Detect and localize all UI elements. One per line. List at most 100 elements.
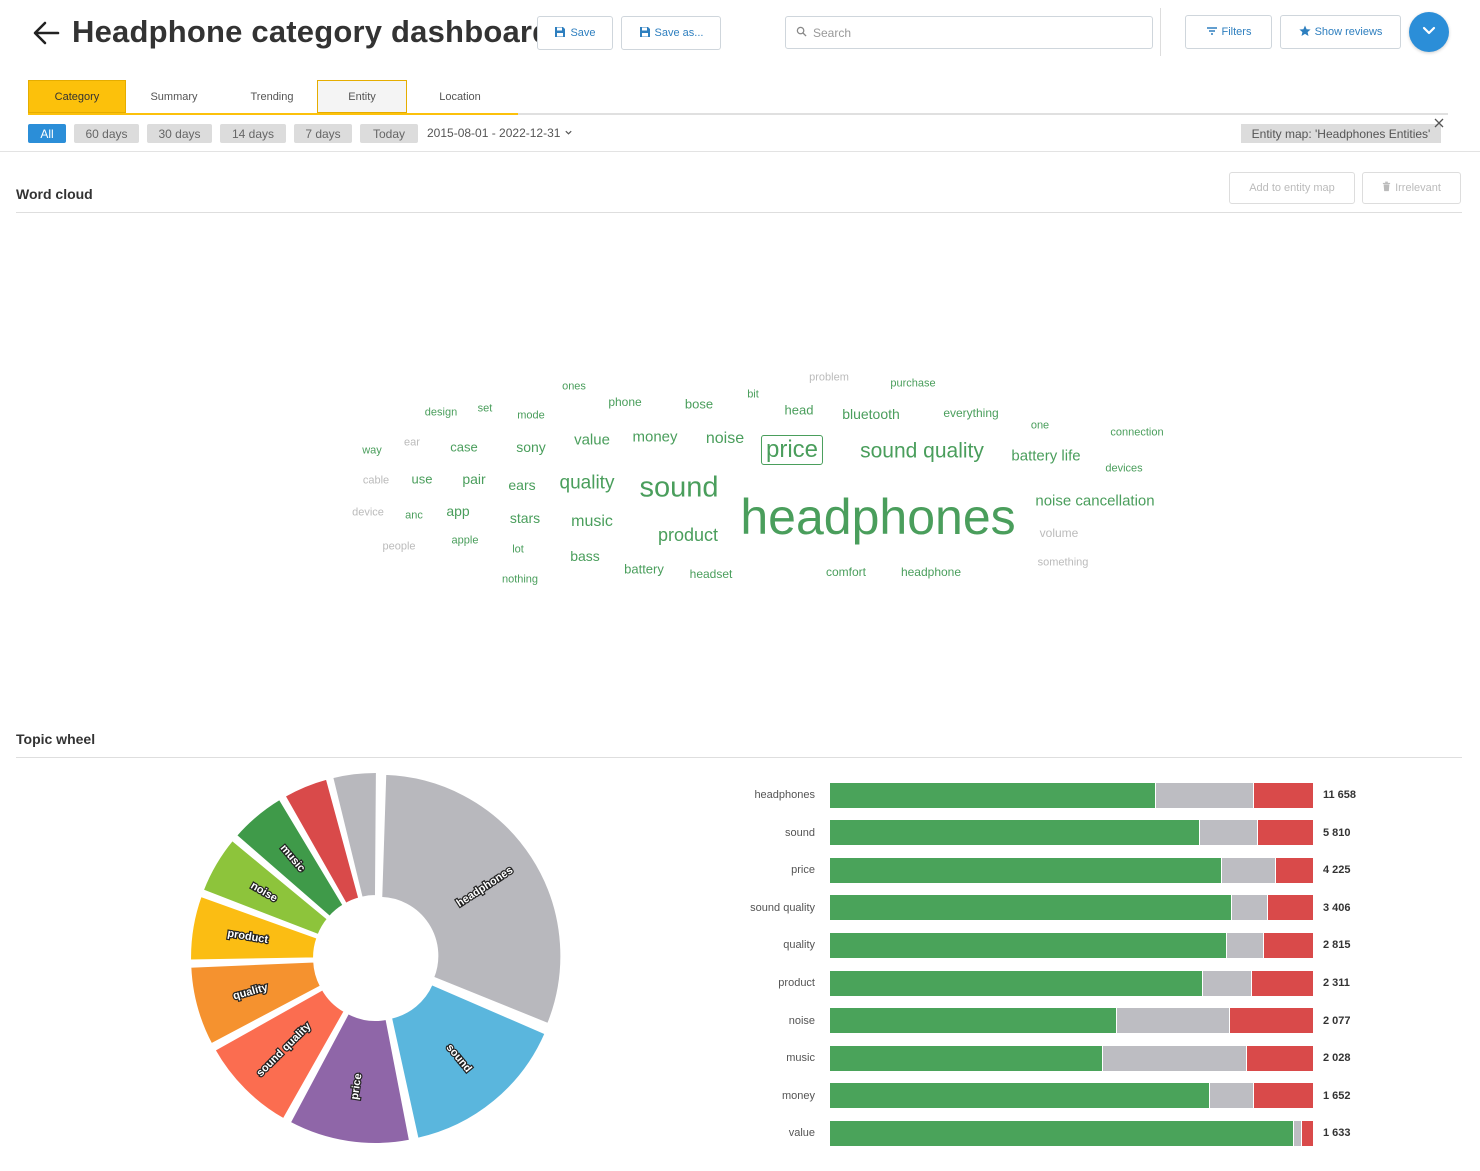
tab-summary[interactable]: Summary — [125, 80, 223, 113]
word-cloud-word[interactable]: lot — [512, 544, 524, 556]
bar-segment-positive[interactable] — [830, 782, 1156, 808]
tab-location[interactable]: Location — [407, 80, 513, 113]
date-filter-30-days[interactable]: 30 days — [147, 124, 212, 143]
bar-segment-positive[interactable] — [830, 970, 1203, 996]
tab-trending[interactable]: Trending — [223, 80, 321, 113]
bar-segment-neutral[interactable] — [1221, 857, 1276, 883]
word-cloud-word[interactable]: everything — [943, 407, 998, 419]
bar-segment-negative[interactable] — [1230, 1008, 1313, 1034]
word-cloud-word[interactable]: people — [382, 541, 415, 553]
word-cloud-word[interactable]: connection — [1110, 427, 1163, 439]
word-cloud-word[interactable]: nothing — [502, 574, 538, 586]
date-range-picker[interactable]: 2015-08-01 - 2022-12-31 — [427, 126, 573, 140]
add-to-entity-map-button[interactable]: Add to entity map — [1229, 172, 1355, 204]
bar-segment-negative[interactable] — [1276, 857, 1313, 883]
filters-button[interactable]: Filters — [1185, 15, 1272, 49]
bar-segment-neutral[interactable] — [1203, 970, 1252, 996]
date-filter-today[interactable]: Today — [360, 124, 418, 143]
word-cloud-word[interactable]: ones — [562, 381, 586, 393]
word-cloud-word[interactable]: bass — [570, 549, 600, 563]
word-cloud-word[interactable]: case — [450, 441, 477, 454]
bar-segment-positive[interactable] — [830, 1008, 1116, 1034]
date-filter-60-days[interactable]: 60 days — [74, 124, 139, 143]
word-cloud-word[interactable]: something — [1038, 557, 1089, 569]
tab-category[interactable]: Category — [28, 80, 126, 113]
search-input[interactable] — [813, 25, 1133, 40]
word-cloud-word[interactable]: apple — [452, 535, 479, 547]
word-cloud-word[interactable]: sony — [516, 440, 546, 454]
word-cloud-word[interactable]: battery life — [1011, 449, 1080, 464]
bar-segment-neutral[interactable] — [1116, 1008, 1230, 1034]
date-filter-14-days[interactable]: 14 days — [220, 124, 286, 143]
bar-segment-positive[interactable] — [830, 1045, 1103, 1071]
entity-map-chip[interactable]: Entity map: 'Headphones Entities' — [1241, 124, 1441, 143]
word-cloud-word[interactable]: app — [446, 504, 469, 518]
word-cloud-word[interactable]: mode — [517, 410, 545, 422]
bar-segment-negative[interactable] — [1246, 1045, 1313, 1071]
bar-segment-positive[interactable] — [830, 932, 1226, 958]
word-cloud-word[interactable]: device — [352, 507, 384, 519]
show-reviews-button[interactable]: Show reviews — [1280, 15, 1401, 49]
bar-segment-negative[interactable] — [1301, 1120, 1313, 1146]
word-cloud-word[interactable]: noise — [706, 431, 744, 447]
word-cloud-word[interactable]: cable — [363, 475, 389, 487]
bar-segment-negative[interactable] — [1253, 1083, 1313, 1109]
bar-segment-positive[interactable] — [830, 820, 1199, 846]
word-cloud-word[interactable]: one — [1031, 420, 1049, 432]
bar-segment-positive[interactable] — [830, 895, 1232, 921]
word-cloud-word[interactable]: pair — [462, 472, 485, 486]
irrelevant-button[interactable]: Irrelevant — [1362, 172, 1461, 204]
bar-segment-negative[interactable] — [1263, 932, 1313, 958]
word-cloud-word[interactable]: set — [478, 403, 493, 415]
word-cloud-word[interactable]: product — [658, 526, 718, 544]
word-cloud-word[interactable]: sound quality — [860, 441, 984, 462]
word-cloud-word[interactable]: bluetooth — [842, 407, 900, 421]
bar-segment-positive[interactable] — [830, 1120, 1293, 1146]
bar-segment-neutral[interactable] — [1156, 782, 1254, 808]
word-cloud-word[interactable]: music — [571, 514, 613, 530]
bar-segment-negative[interactable] — [1252, 970, 1313, 996]
word-cloud-word[interactable]: devices — [1105, 463, 1142, 475]
close-icon[interactable] — [1432, 116, 1446, 130]
word-cloud-word[interactable]: stars — [510, 511, 540, 525]
bar-segment-neutral[interactable] — [1232, 895, 1267, 921]
word-cloud-word[interactable]: battery — [624, 563, 664, 576]
word-cloud-word[interactable]: money — [632, 430, 677, 445]
tab-entity[interactable]: Entity — [317, 80, 407, 113]
word-cloud-word[interactable]: quality — [560, 474, 615, 493]
save-as-button[interactable]: Save as... — [621, 16, 721, 50]
word-cloud-word[interactable]: sound — [639, 473, 718, 503]
word-cloud-word[interactable]: value — [574, 433, 610, 448]
word-cloud-word[interactable]: headphones — [740, 492, 1015, 542]
date-filter-7-days[interactable]: 7 days — [294, 124, 352, 143]
word-cloud-word[interactable]: bit — [747, 389, 759, 401]
word-cloud-word[interactable]: head — [785, 404, 814, 417]
bar-segment-negative[interactable] — [1258, 820, 1313, 846]
bar-segment-neutral[interactable] — [1103, 1045, 1246, 1071]
word-cloud-word[interactable]: ears — [508, 478, 535, 492]
search-box[interactable] — [785, 16, 1153, 49]
bar-segment-negative[interactable] — [1267, 895, 1313, 921]
word-cloud-word[interactable]: way — [362, 445, 382, 457]
bar-segment-positive[interactable] — [830, 1083, 1210, 1109]
word-cloud-word[interactable]: anc — [405, 510, 423, 522]
bar-segment-neutral[interactable] — [1199, 820, 1258, 846]
word-cloud-word[interactable]: purchase — [890, 378, 935, 390]
word-cloud-word[interactable]: price — [760, 435, 824, 465]
word-cloud-word[interactable]: bose — [685, 398, 713, 411]
word-cloud-word[interactable]: ear — [404, 437, 420, 449]
bar-segment-negative[interactable] — [1254, 782, 1313, 808]
word-cloud-word[interactable]: comfort — [826, 566, 866, 578]
bar-segment-neutral[interactable] — [1226, 932, 1263, 958]
date-filter-all[interactable]: All — [28, 124, 66, 143]
word-cloud-word[interactable]: use — [412, 473, 433, 486]
bar-segment-positive[interactable] — [830, 857, 1221, 883]
save-button[interactable]: Save — [537, 16, 613, 50]
expand-menu-button[interactable] — [1409, 12, 1449, 52]
word-cloud-word[interactable]: noise cancellation — [1035, 494, 1154, 509]
word-cloud-word[interactable]: problem — [809, 372, 849, 384]
word-cloud-word[interactable]: headset — [690, 568, 733, 580]
back-arrow-icon[interactable] — [30, 18, 62, 48]
bar-segment-neutral[interactable] — [1293, 1120, 1301, 1146]
word-cloud-word[interactable]: volume — [1040, 527, 1079, 539]
